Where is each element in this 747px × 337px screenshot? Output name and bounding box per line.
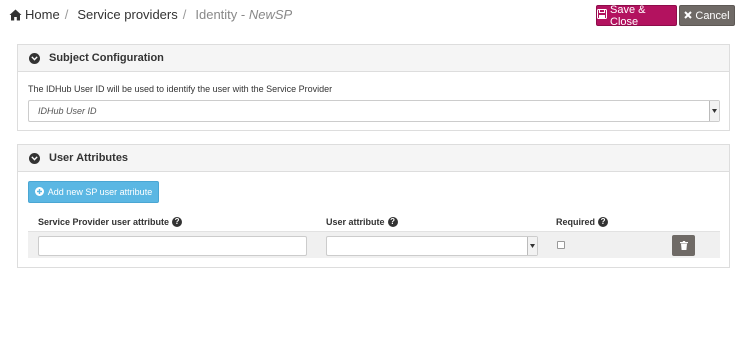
column-header-user-attribute: User attribute ? [326, 217, 398, 227]
question-circle-icon[interactable]: ? [387, 217, 398, 227]
subject-select-value: IDHub User ID [38, 106, 97, 116]
table-row [28, 231, 720, 258]
add-sp-user-attribute-label: Add new SP user attribute [47, 187, 153, 197]
plus-circle-icon [34, 186, 44, 198]
close-icon [684, 10, 693, 22]
chevron-down-icon [709, 101, 719, 121]
user-attributes-heading[interactable]: User Attributes [18, 145, 729, 172]
question-circle-icon[interactable]: ? [172, 217, 183, 227]
column-header-sp-attribute: Service Provider user attribute ? [38, 217, 183, 227]
required-checkbox[interactable] [557, 241, 565, 249]
column-header-required-label: Required [556, 217, 596, 227]
breadcrumb-separator: / [64, 7, 69, 22]
add-sp-user-attribute-button[interactable]: Add new SP user attribute [28, 181, 159, 203]
chevron-down-icon[interactable] [29, 152, 40, 164]
column-header-required: Required ? [556, 217, 609, 227]
breadcrumb-separator: / [182, 7, 187, 22]
breadcrumb-home[interactable]: Home [25, 7, 60, 22]
cancel-label: Cancel [695, 9, 730, 22]
breadcrumb-current: Identity - NewSP [195, 7, 292, 22]
save-close-button[interactable]: Save & Close [596, 3, 677, 28]
column-header-user-attribute-label: User attribute [326, 217, 385, 227]
delete-attribute-button[interactable] [672, 235, 695, 256]
cancel-button[interactable]: Cancel [679, 5, 735, 26]
subject-configuration-panel: Subject Configuration The IDHub User ID … [17, 44, 730, 131]
subject-description: The IDHub User ID will be used to identi… [28, 84, 333, 94]
save-close-label: Save & Close [610, 3, 646, 28]
subject-configuration-heading[interactable]: Subject Configuration [18, 45, 729, 72]
breadcrumb: Home / Service providers / Identity - Ne… [9, 7, 292, 22]
breadcrumb-service-providers[interactable]: Service providers [77, 7, 177, 22]
chevron-down-icon[interactable] [29, 52, 40, 64]
breadcrumb-current-name: NewSP [248, 7, 293, 22]
user-attributes-panel: User Attributes Add new SP user attribut… [17, 144, 730, 268]
subject-select[interactable]: IDHub User ID [28, 100, 720, 122]
trash-icon [679, 237, 688, 255]
home-icon[interactable] [9, 9, 22, 21]
subject-configuration-title: Subject Configuration [49, 52, 164, 64]
sp-attribute-input[interactable] [38, 236, 307, 256]
chevron-down-icon [527, 237, 537, 255]
question-circle-icon[interactable]: ? [598, 217, 609, 227]
user-attributes-title: User Attributes [49, 152, 129, 164]
column-header-sp-attribute-label: Service Provider user attribute [38, 217, 170, 227]
user-attribute-select[interactable] [326, 236, 538, 256]
breadcrumb-current-prefix: Identity - [195, 7, 249, 22]
floppy-disk-icon [597, 9, 607, 22]
